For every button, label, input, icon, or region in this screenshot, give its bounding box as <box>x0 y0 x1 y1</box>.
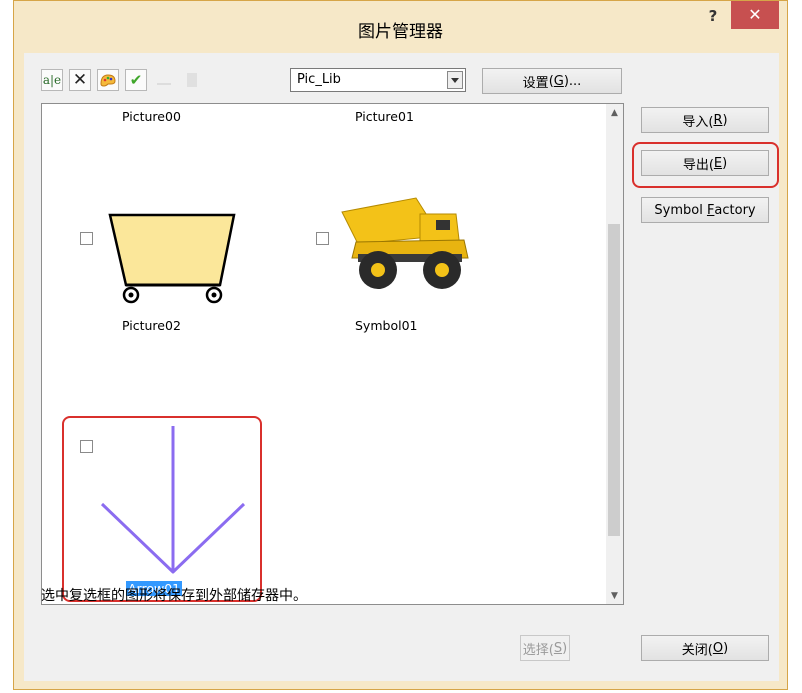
paren: ) <box>562 640 568 656</box>
close-window-button[interactable]: ✕ <box>731 1 779 29</box>
settings-label: 设置 <box>522 75 549 91</box>
import-button[interactable]: 导入(R) <box>641 107 769 133</box>
import-key: R <box>713 112 723 128</box>
picture02-checkbox[interactable] <box>80 232 93 245</box>
export-highlight <box>632 142 779 188</box>
close-button[interactable]: 关闭(O) <box>641 635 769 661</box>
close-label: 关闭( <box>681 642 713 658</box>
title-bar[interactable]: 图片管理器 ? ✕ <box>14 1 787 53</box>
delete-icon: ✕ <box>72 70 88 90</box>
library-combo[interactable]: Pic_Lib <box>290 68 466 92</box>
check-button[interactable]: ✔ <box>125 69 147 91</box>
picture-caption[interactable]: Picture02 <box>122 318 181 333</box>
blank-icon <box>157 83 171 85</box>
help-button[interactable]: ? <box>699 5 727 27</box>
import-label: 导入( <box>682 114 714 130</box>
check-icon: ✔ <box>129 71 143 89</box>
select-button[interactable]: 选择(S) <box>520 635 570 661</box>
dropdown-arrow-icon[interactable] <box>447 71 463 89</box>
symbol-label-post: actory <box>714 202 756 218</box>
settings-key: G <box>553 73 564 89</box>
symbol-key: F <box>706 202 715 218</box>
paren: ) <box>723 640 729 656</box>
library-combo-value: Pic_Lib <box>297 72 341 87</box>
delete-button[interactable]: ✕ <box>69 69 91 91</box>
close-key: O <box>712 640 724 656</box>
status-text: 选中复选框的图形将保存到外部储存器中。 <box>41 588 307 604</box>
symbol-factory-button[interactable]: Symbol Factory <box>641 197 769 223</box>
rename-button[interactable]: a|e <box>41 69 63 91</box>
settings-suffix: )... <box>563 73 582 89</box>
picture-caption[interactable]: Symbol01 <box>355 318 417 333</box>
symbol01-checkbox[interactable] <box>316 232 329 245</box>
cart-picture[interactable] <box>104 212 242 304</box>
palette-button[interactable] <box>97 69 119 91</box>
palette-icon <box>100 74 116 87</box>
select-label: 选择( <box>522 642 554 658</box>
settings-button[interactable]: 设置(G)... <box>482 68 622 94</box>
vertical-scrollbar[interactable]: ▲ ▼ <box>606 104 623 604</box>
disabled-tool-button[interactable] <box>153 69 175 91</box>
symbol-label-pre: Symbol <box>654 202 707 218</box>
dialog-client-area: a|e ✕ ✔ Pic_Lib 设置(G)... 导入(R) 导出(E) … <box>24 53 779 681</box>
picture-list[interactable]: Picture00 Picture01 Picture02 Symbol01 A… <box>41 103 624 605</box>
scroll-up-icon[interactable]: ▲ <box>606 104 623 121</box>
dump-truck-picture[interactable] <box>338 192 478 294</box>
dialog-title: 图片管理器 <box>358 22 443 42</box>
paren: ) <box>722 112 728 128</box>
picture-caption[interactable]: Picture01 <box>355 109 414 124</box>
select-key: S <box>553 640 563 656</box>
disabled-tool-button-2[interactable] <box>181 69 203 91</box>
arrow-highlight <box>62 416 262 602</box>
picture-manager-dialog: 图片管理器 ? ✕ a|e ✕ ✔ Pic_Lib 设置(G)... 导入(… <box>13 0 788 690</box>
scroll-down-icon[interactable]: ▼ <box>606 587 623 604</box>
blank-icon-2 <box>187 73 197 87</box>
rename-icon: a|e <box>42 73 62 87</box>
scroll-thumb[interactable] <box>608 224 620 536</box>
picture-caption[interactable]: Picture00 <box>122 109 181 124</box>
